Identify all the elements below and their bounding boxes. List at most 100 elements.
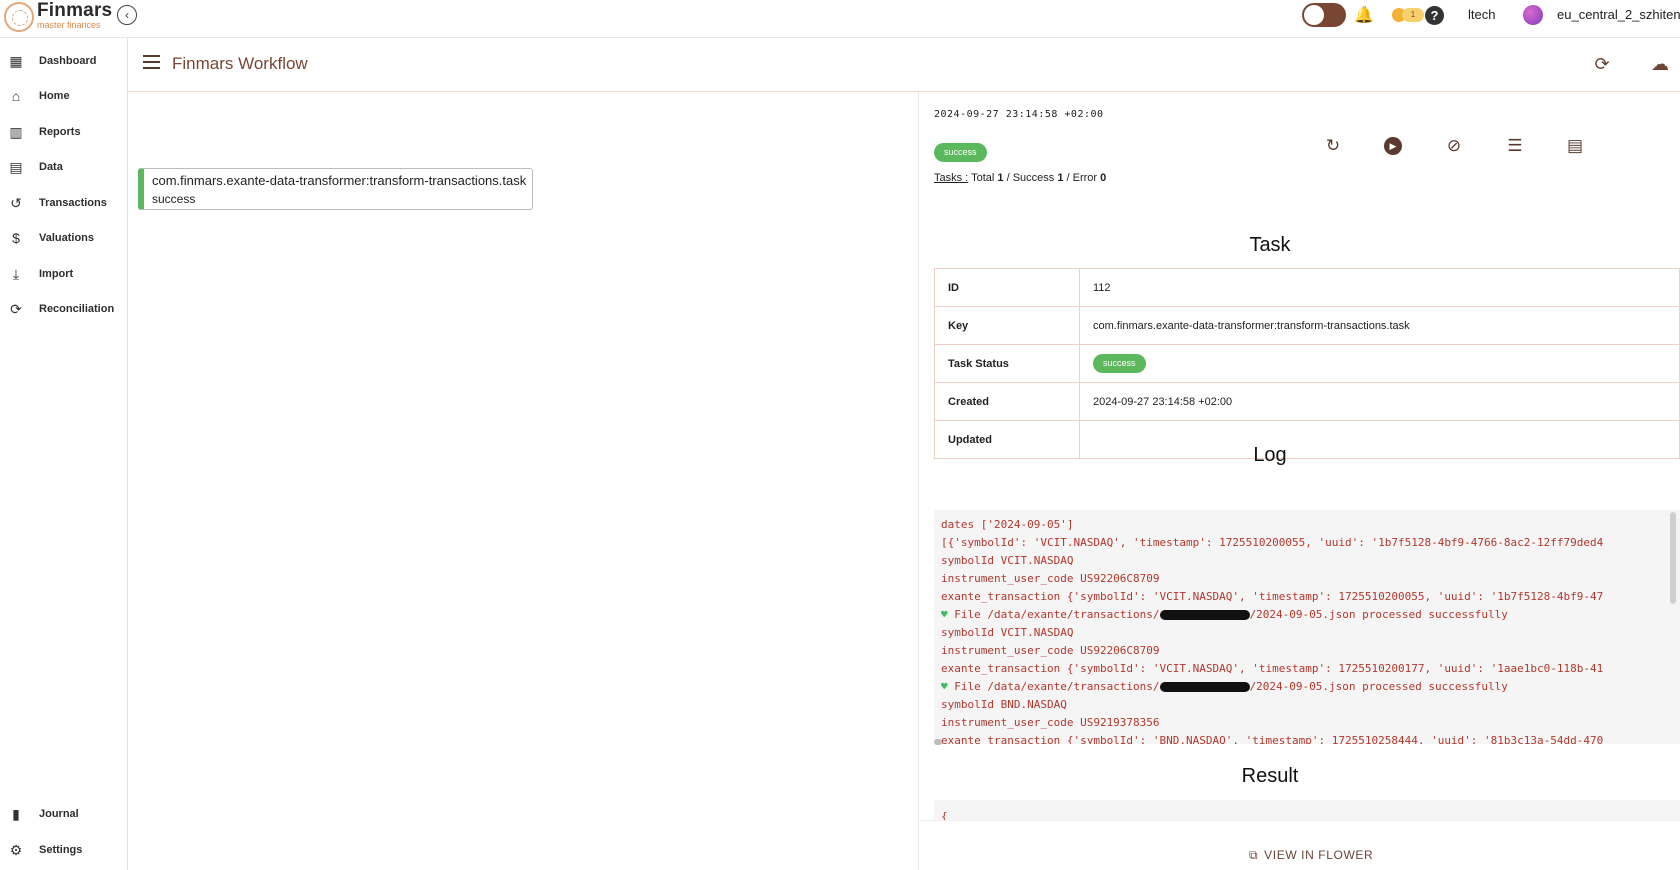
sidebar-item-label: Transactions: [39, 197, 107, 209]
sidebar-item-import[interactable]: ⤓ Import: [0, 259, 127, 289]
sidebar-item-transactions[interactable]: ↺ Transactions: [0, 188, 127, 218]
help-icon[interactable]: ?: [1425, 6, 1444, 25]
cloud-icon[interactable]: ☁: [1649, 53, 1671, 75]
list-icon[interactable]: ☰: [1504, 135, 1526, 157]
sidebar: ▦ Dashboard ⌂ Home ▥ Reports ▤ Data ↺ Tr…: [0, 38, 128, 870]
log-line: [{'symbolId': 'VCIT.NASDAQ', 'timestamp'…: [941, 536, 1604, 549]
total-count: 1: [997, 172, 1004, 184]
sidebar-item-label: Home: [39, 90, 70, 102]
menu-icon[interactable]: [143, 55, 160, 69]
avatar[interactable]: [1523, 5, 1543, 25]
page-title: Finmars Workflow: [172, 54, 308, 73]
user-name[interactable]: ltech: [1468, 7, 1495, 22]
log-scrollbar-vertical[interactable]: [1670, 512, 1676, 604]
sidebar-item-label: Journal: [39, 808, 79, 820]
log-line: instrument_user_code US92206C8709: [941, 644, 1160, 657]
log-line: instrument_user_code US92206C8709: [941, 572, 1160, 585]
gear-icon: ⚙: [9, 842, 23, 858]
external-link-icon: ⧉: [1249, 848, 1259, 862]
play-icon[interactable]: ▶: [1384, 137, 1402, 155]
sidebar-item-label: Settings: [39, 844, 83, 856]
row-key: ID: [934, 268, 1080, 307]
sidebar-item-label: Reports: [39, 126, 81, 138]
log-scrollbar-horizontal[interactable]: [934, 739, 942, 745]
table-row: Key com.finmars.exante-data-transformer:…: [934, 306, 1680, 345]
view-in-flower-link[interactable]: ⧉ VIEW IN FLOWER: [1249, 848, 1373, 863]
success-label: / Success: [1006, 172, 1055, 184]
sidebar-item-dashboard[interactable]: ▦ Dashboard: [0, 46, 127, 76]
top-bar: Finmars master finances ‹ 🔔 1 ? ltech eu…: [0, 0, 1680, 38]
redaction: [1159, 682, 1250, 692]
task-status-badge: success: [1093, 354, 1146, 373]
history-icon: ↺: [10, 195, 22, 211]
node-status: success: [152, 192, 196, 206]
log-line: instrument_user_code US9219378356: [941, 716, 1160, 729]
valuation-icon: $: [12, 230, 20, 246]
table-row: ID 112: [934, 268, 1680, 307]
brand-tagline: master finances: [37, 20, 101, 30]
theme-toggle[interactable]: [1302, 3, 1346, 27]
log-line: exante_transaction {'symbolId': 'BND.NAS…: [941, 734, 1604, 744]
sidebar-item-settings[interactable]: ⚙ Settings: [0, 835, 127, 865]
tasks-label: Tasks :: [934, 172, 969, 184]
page-header: Finmars Workflow ⟳ ☁: [128, 38, 1680, 92]
log-line: symbolId BND.NASDAQ: [941, 698, 1067, 711]
sidebar-item-journal[interactable]: ▮ Journal: [0, 799, 127, 829]
log-line: symbolId VCIT.NASDAQ: [941, 554, 1074, 567]
import-icon: ⤓: [12, 266, 20, 282]
table-row: Task Status success: [934, 344, 1680, 383]
sidebar-item-label: Import: [39, 268, 74, 280]
coins-icon[interactable]: 1: [1392, 5, 1424, 25]
sidebar-item-label: Data: [39, 161, 63, 173]
detail-panel: 2024-09-27 23:14:58 +02:00 success Tasks…: [920, 92, 1680, 870]
log-line: ♥ File /data/exante/transactions//2024-0…: [941, 608, 1508, 621]
document-icon[interactable]: ▤: [1564, 135, 1586, 157]
result-section-title: Result: [1241, 765, 1299, 787]
row-key: Created: [934, 382, 1080, 421]
log-line: ♥ File /data/exante/transactions//2024-0…: [941, 680, 1508, 693]
tasks-summary: Tasks : Total 1 / Success 1 / Error 0: [934, 172, 1106, 184]
node-key: com.finmars.exante-data-transformer:tran…: [152, 173, 527, 188]
workflow-canvas: com.finmars.exante-data-transformer:tran…: [128, 92, 919, 870]
log-line: dates ['2024-09-05']: [941, 518, 1074, 531]
sidebar-item-reports[interactable]: ▥ Reports: [0, 117, 127, 147]
success-count: 1: [1057, 172, 1064, 184]
heart-icon: ♥: [941, 608, 948, 621]
collapse-sidebar-button[interactable]: ‹: [117, 5, 137, 25]
bell-icon[interactable]: 🔔: [1353, 5, 1375, 27]
sidebar-item-label: Reconciliation: [39, 303, 115, 315]
dashboard-icon: ▦: [9, 53, 23, 69]
rerun-icon[interactable]: ↻: [1322, 135, 1344, 157]
row-value: success: [1079, 344, 1680, 383]
run-timestamp: 2024-09-27 23:14:58 +02:00: [934, 109, 1104, 120]
log-line: exante_transaction {'symbolId': 'VCIT.NA…: [941, 662, 1604, 675]
flower-link-label: VIEW IN FLOWER: [1264, 848, 1374, 862]
redaction: [1159, 610, 1250, 620]
row-key: Key: [934, 306, 1080, 345]
task-section-title: Task: [1249, 234, 1291, 256]
journal-icon: ▮: [12, 806, 20, 822]
row-value: com.finmars.exante-data-transformer:tran…: [1079, 306, 1680, 345]
sidebar-item-valuations[interactable]: $ Valuations: [0, 223, 127, 253]
log-section-title: Log: [1253, 444, 1287, 466]
total-label: Total: [971, 172, 995, 184]
cancel-icon[interactable]: ⊘: [1443, 135, 1465, 157]
task-table: ID 112 Key com.finmars.exante-data-trans…: [934, 268, 1680, 459]
heart-icon: ♥: [941, 680, 948, 693]
sidebar-item-data[interactable]: ▤ Data: [0, 152, 127, 182]
log-line: symbolId VCIT.NASDAQ: [941, 626, 1074, 639]
refresh-icon[interactable]: ⟳: [1591, 53, 1613, 75]
sidebar-item-home[interactable]: ⌂ Home: [0, 81, 127, 111]
task-node[interactable]: com.finmars.exante-data-transformer:tran…: [138, 168, 533, 210]
finmars-logo-icon: [4, 2, 34, 32]
log-output[interactable]: dates ['2024-09-05'] [{'symbolId': 'VCIT…: [934, 510, 1680, 744]
workspace-name[interactable]: eu_central_2_szhitene: [1557, 7, 1680, 22]
data-icon: ▤: [9, 159, 23, 175]
sidebar-item-reconciliation[interactable]: ⟳ Reconciliation: [0, 294, 127, 324]
sidebar-item-label: Valuations: [39, 232, 95, 244]
log-line: exante_transaction {'symbolId': 'VCIT.NA…: [941, 590, 1604, 603]
error-label: / Error: [1066, 172, 1098, 184]
row-value: 112: [1079, 268, 1680, 307]
status-badge: success: [934, 143, 987, 162]
row-value: 2024-09-27 23:14:58 +02:00: [1079, 382, 1680, 421]
